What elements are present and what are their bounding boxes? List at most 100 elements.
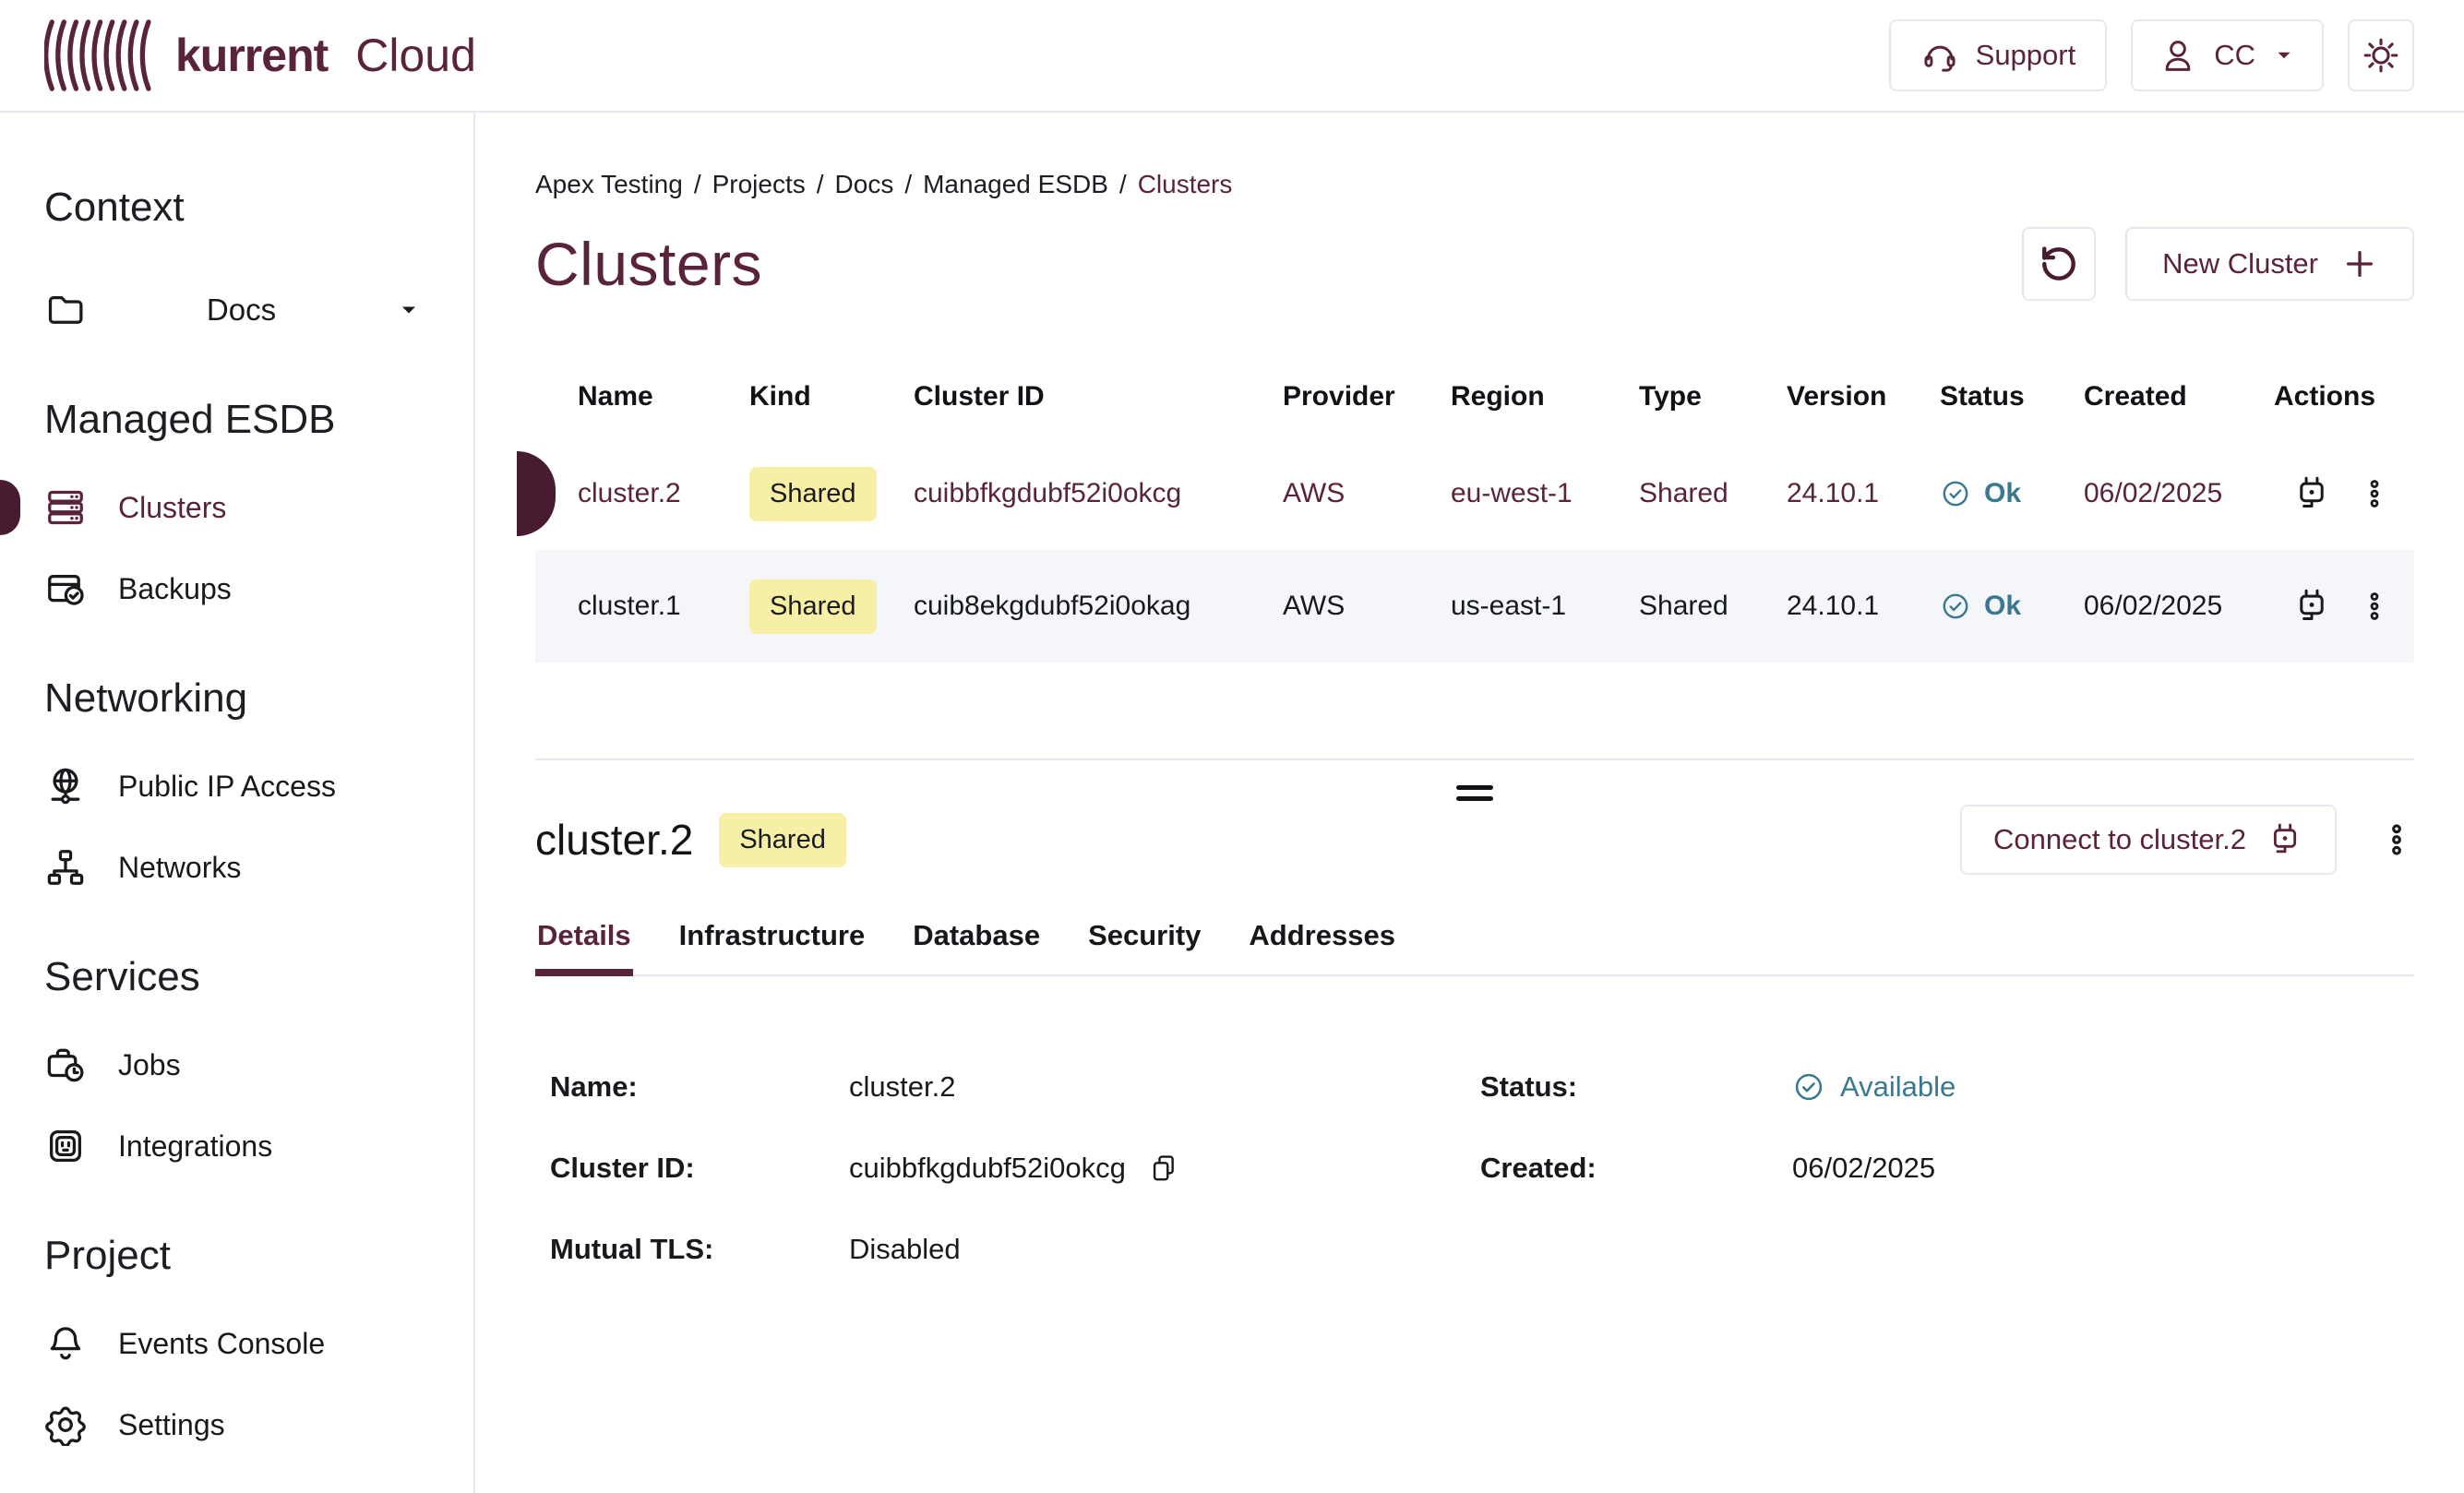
project-selector[interactable]: Docs [44,269,473,351]
sidebar-section-context: Context [44,183,473,233]
user-icon [2159,36,2197,75]
sidebar-item-clusters[interactable]: Clusters [44,467,473,548]
sidebar-item-jobs[interactable]: Jobs [44,1024,473,1105]
sidebar-item-events-console[interactable]: Events Console [44,1303,473,1384]
rotate-ccw-icon [2038,243,2080,285]
breadcrumb-separator: / [694,170,701,198]
cell-region: eu-west-1 [1451,478,1639,509]
spacer [1792,1209,2414,1290]
sidebar: Context Docs Managed ESDB Clusters Backu… [0,113,475,1493]
kebab-menu-icon[interactable] [2379,822,2414,857]
sidebar-item-backups[interactable]: Backups [44,548,473,629]
page-title: Clusters [535,229,762,299]
cell-status: Ok [1984,478,2021,509]
backup-check-icon [44,567,87,610]
copy-icon[interactable] [1148,1153,1179,1184]
network-tree-icon [44,846,87,889]
column-header-type: Type [1639,381,1787,412]
sidebar-item-label: Public IP Access [118,770,336,804]
breadcrumb-separator: / [904,170,912,198]
sidebar-item-public-ip-access[interactable]: Public IP Access [44,746,473,827]
table-header-row: Name Kind Cluster ID Provider Region Typ… [535,356,2414,437]
plug-icon [2267,821,2303,858]
caret-down-icon [2272,43,2296,67]
sidebar-item-label: Jobs [118,1048,181,1082]
theme-toggle-button[interactable] [2348,19,2414,91]
field-value-created: 06/02/2025 [1792,1128,2414,1209]
cell-name: cluster.2 [578,478,681,508]
product-name: Cloud [355,29,476,82]
kebab-menu-icon[interactable] [2359,478,2390,509]
field-value-name: cluster.2 [849,1046,1480,1128]
folder-icon [44,289,87,331]
sidebar-item-label: Settings [118,1408,225,1442]
new-cluster-button[interactable]: New Cluster [2125,227,2414,301]
new-cluster-label: New Cluster [2162,247,2318,281]
user-menu-button[interactable]: CC [2131,19,2324,91]
caret-down-icon [396,297,422,323]
column-header-provider: Provider [1283,381,1451,412]
connect-plug-icon[interactable] [2292,474,2331,513]
panel-drag-handle[interactable] [1456,779,1493,807]
check-circle-icon [1940,591,1971,622]
tab-infrastructure[interactable]: Infrastructure [677,919,867,974]
sidebar-section-title: Networking [44,674,473,723]
table-row[interactable]: cluster.1 Shared cuib8ekgdubf52i0okag AW… [535,550,2414,663]
cell-provider: AWS [1283,478,1451,509]
column-header-status: Status [1940,381,2084,412]
cell-cluster-id: cuibbfkgdubf52i0okcg [914,478,1283,509]
column-header-region: Region [1451,381,1639,412]
column-header-kind: Kind [749,381,914,412]
detail-title: cluster.2 [535,815,693,865]
kebab-menu-icon[interactable] [2359,591,2390,622]
detail-fields: Name: cluster.2 Status: Available Cluste… [535,1046,2414,1290]
tab-addresses[interactable]: Addresses [1247,919,1397,974]
column-header-name: Name [535,381,749,412]
tab-database[interactable]: Database [911,919,1042,974]
headset-icon [1920,36,1959,75]
cell-cluster-id: cuib8ekgdubf52i0okag [914,591,1283,622]
project-selector-label: Docs [87,293,396,328]
cell-created: 06/02/2025 [2084,591,2274,622]
tab-security[interactable]: Security [1086,919,1202,974]
brand-name: kurrent [175,29,328,82]
table-row[interactable]: cluster.2 Shared cuibbfkgdubf52i0okcg AW… [535,437,2414,550]
sidebar-section-project: Project Events Console Settings [44,1231,473,1465]
connect-to-cluster-button[interactable]: Connect to cluster.2 [1960,805,2337,875]
tab-details[interactable]: Details [535,919,633,976]
clusters-table: Name Kind Cluster ID Provider Region Typ… [535,356,2414,663]
sidebar-item-label: Networks [118,851,241,885]
sidebar-item-label: Events Console [118,1327,325,1361]
breadcrumb-link-apex-testing[interactable]: Apex Testing [535,170,683,198]
cell-type: Shared [1639,478,1787,509]
brand-logo[interactable]: kurrent Cloud [44,18,476,93]
globe-network-icon [44,765,87,807]
field-label-name: Name: [550,1046,849,1128]
connect-label: Connect to cluster.2 [1993,823,2246,856]
check-circle-icon [1792,1070,1825,1104]
cell-provider: AWS [1283,591,1451,622]
sidebar-section-title: Project [44,1231,473,1281]
sidebar-item-label: Backups [118,572,232,606]
gear-icon [44,1403,87,1446]
field-label-created: Created: [1480,1128,1792,1209]
cluster-detail-panel: cluster.2 Shared Connect to cluster.2 De… [535,758,2414,1290]
breadcrumb-link-projects[interactable]: Projects [712,170,806,198]
user-initials: CC [2214,39,2255,72]
cell-created: 06/02/2025 [2084,478,2274,509]
field-label-cluster-id: Cluster ID: [550,1128,849,1209]
sidebar-section-networking: Networking Public IP Access Networks [44,674,473,908]
sidebar-item-integrations[interactable]: Integrations [44,1105,473,1187]
breadcrumb-separator: / [817,170,824,198]
support-button[interactable]: Support [1889,19,2108,91]
sidebar-item-networks[interactable]: Networks [44,827,473,908]
breadcrumb-separator: / [1119,170,1127,198]
connect-plug-icon[interactable] [2292,587,2331,626]
sidebar-section-title: Services [44,952,473,1002]
column-header-version: Version [1787,381,1940,412]
refresh-button[interactable] [2022,227,2096,301]
briefcase-clock-icon [44,1044,87,1086]
breadcrumb-link-docs[interactable]: Docs [835,170,894,198]
sidebar-item-settings[interactable]: Settings [44,1384,473,1465]
breadcrumb-link-managed-esdb[interactable]: Managed ESDB [923,170,1108,198]
